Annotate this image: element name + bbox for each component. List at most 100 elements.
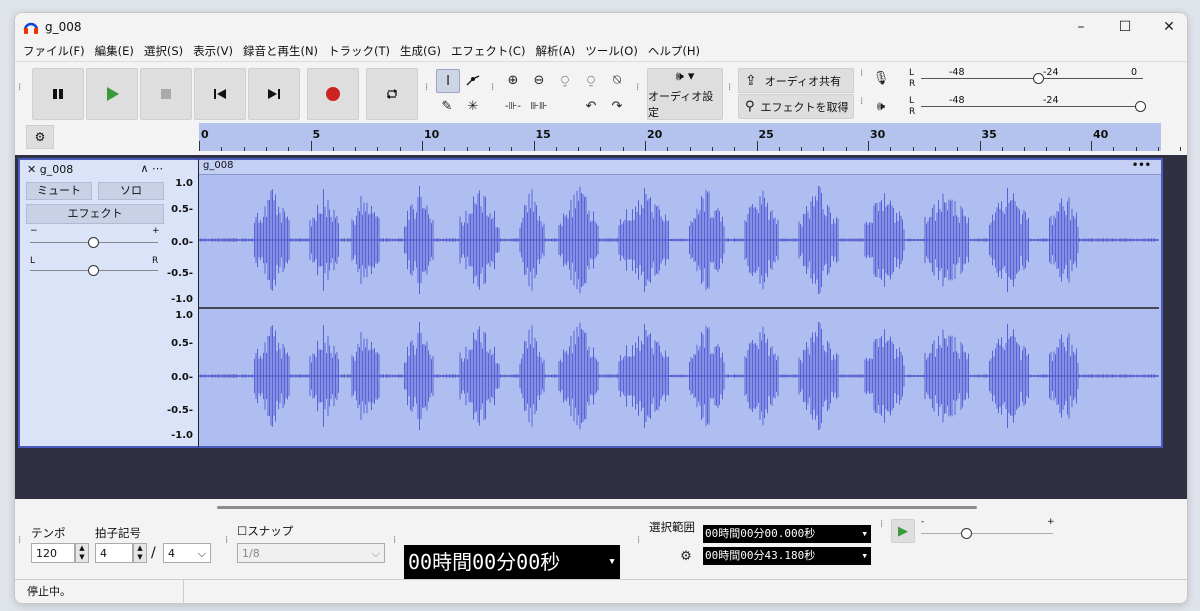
track-control-panel[interactable]: ✕ g_008 ∧ ⋯ ミュート ソロ エフェクト − + L R [18,158,170,448]
selection-tool-button[interactable]: I [436,69,460,93]
time-signature-grip[interactable]: ⁞ [18,536,24,546]
menu-tools[interactable]: ツール(O) [580,41,643,61]
record-meter[interactable]: L R -48 -24 0 [895,67,1145,92]
asterisk-icon: ✳ [467,98,479,114]
skip-start-button[interactable] [194,68,246,120]
play-at-speed-grip[interactable]: ⁞ [880,520,886,530]
skip-end-icon [268,89,280,99]
play-meter-button[interactable]: 🕪 [870,95,892,117]
trim-button[interactable]: -⊪- [502,95,524,117]
fit-project-button[interactable]: ⍜ [580,69,602,91]
tempo-label: テンポ [31,526,66,540]
time-signature-denominator[interactable]: 4 ⌵ [163,543,211,563]
ruler-tick [600,147,602,151]
share-audio-button[interactable]: ⇪ オーディオ共有 [738,68,854,93]
pause-icon [53,89,63,99]
toolbar-grip[interactable]: ⁞ [18,83,24,93]
fit-selection-button[interactable]: ⍜ [554,69,576,91]
record-button[interactable] [307,68,359,120]
timeline-settings-button[interactable]: ⚙ [26,125,54,149]
close-track-icon[interactable]: ✕ [27,163,36,176]
timeline-ruler[interactable]: 0 5 10 15 20 25 30 35 40 [199,123,1182,151]
zoom-in-button[interactable]: ⊕ [502,69,524,91]
selection-end-display[interactable]: 00時間00分43.180秒 ▾ [703,547,871,565]
mute-button[interactable]: ミュート [26,182,92,200]
skip-start-icon [214,89,226,99]
silence-icon: ⊪⊪ [530,100,548,112]
menu-edit[interactable]: 編集(E) [90,41,139,61]
record-meter-grip[interactable]: ⁞ [860,69,866,79]
gain-slider-knob[interactable] [88,237,99,248]
pause-button[interactable] [32,68,84,120]
loop-button[interactable] [366,68,418,120]
pan-slider[interactable] [30,265,158,276]
audio-position-display[interactable]: 00時間00分00秒 ▾ [404,545,620,579]
silence-button[interactable]: ⊪⊪ [528,95,550,117]
selection-grip[interactable]: ⁞ [637,536,643,546]
clip-menu-icon[interactable]: ••• [1132,160,1151,171]
waveform[interactable] [199,174,1159,444]
play-level-knob[interactable] [1135,101,1146,112]
pan-slider-knob[interactable] [88,265,99,276]
share-grip[interactable]: ⁞ [728,83,734,93]
record-meter-button[interactable]: 🎙 [870,67,892,89]
selection-start-display[interactable]: 00時間00分00.000秒 ▾ [703,525,871,543]
play-at-speed-button[interactable]: ▶ [891,519,915,543]
tempo-spinner[interactable]: ▲ ▼ [75,543,89,563]
audio-setup-grip[interactable]: ⁞ [636,83,642,93]
snap-dropdown[interactable]: 1/8 ⌵ [237,543,385,563]
menu-view[interactable]: 表示(V) [188,41,238,61]
trim-icon: -⊪- [505,100,521,112]
play-meter-grip[interactable]: ⁞ [860,97,866,107]
ruler-tick [533,141,535,151]
play-meter-scale [921,106,1143,107]
menu-analyze[interactable]: 解析(A) [530,41,580,61]
undo-button[interactable]: ↶ [580,95,602,117]
clip-name: g_008 [203,160,234,171]
minimize-button[interactable]: – [1061,17,1101,37]
get-effects-button[interactable]: ⚲ エフェクトを取得 [738,94,854,119]
tempo-input[interactable]: 120 [31,543,75,563]
edit-grip[interactable]: ⁞ [491,83,497,93]
clip-header[interactable]: g_008 ••• [199,160,1161,175]
tools-grip[interactable]: ⁞ [425,83,431,93]
audio-setup-button[interactable]: 🕪 ▾ オーディオ設定 [647,68,723,120]
menu-file[interactable]: ファイル(F) [18,41,90,61]
track-menu-icon[interactable]: ∧ ⋯ [140,162,163,175]
ruler-tick [578,147,580,151]
play-meter[interactable]: L R -48 -24 [895,95,1146,120]
menu-tracks[interactable]: トラック(T) [323,41,395,61]
skip-end-button[interactable] [248,68,300,120]
amp-label: 0.0- [171,372,193,383]
audio-clip[interactable]: g_008 ••• [198,158,1163,448]
solo-button[interactable]: ソロ [98,182,164,200]
horizontal-scrollbar[interactable] [217,506,977,509]
close-window-button[interactable]: ✕ [1149,17,1187,37]
menu-effect[interactable]: エフェクト(C) [446,41,531,61]
play-button[interactable] [86,68,138,120]
time-signature-numerator[interactable]: 4 [95,543,133,563]
time-grip[interactable]: ⁞ [393,536,399,546]
menu-help[interactable]: ヘルプ(H) [643,41,705,61]
multi-tool-button[interactable]: ✳ [462,95,484,117]
envelope-icon [466,75,480,86]
gain-slider[interactable] [30,237,158,248]
playback-speed-slider[interactable] [921,528,1053,539]
snap-checkbox[interactable]: ☐スナップ [237,523,293,539]
track-name[interactable]: ✕ g_008 [27,163,73,176]
redo-button[interactable]: ↷ [606,95,628,117]
maximize-button[interactable]: ☐ [1105,17,1145,37]
playback-speed-knob[interactable] [961,528,972,539]
snap-grip[interactable]: ⁞ [225,536,231,546]
zoom-out-button[interactable]: ⊖ [528,69,550,91]
menu-transport[interactable]: 録音と再生(N) [238,41,323,61]
numerator-spinner[interactable]: ▲ ▼ [133,543,147,563]
menu-select[interactable]: 選択(S) [139,41,188,61]
draw-tool-button[interactable]: ✎ [436,95,458,117]
selection-settings-button[interactable]: ⚙ [675,545,697,567]
menu-generate[interactable]: 生成(G) [395,41,446,61]
stop-button[interactable] [140,68,192,120]
effects-button[interactable]: エフェクト [26,204,164,224]
envelope-tool-button[interactable] [462,69,484,91]
zoom-toggle-button[interactable]: ⍉ [606,69,628,91]
